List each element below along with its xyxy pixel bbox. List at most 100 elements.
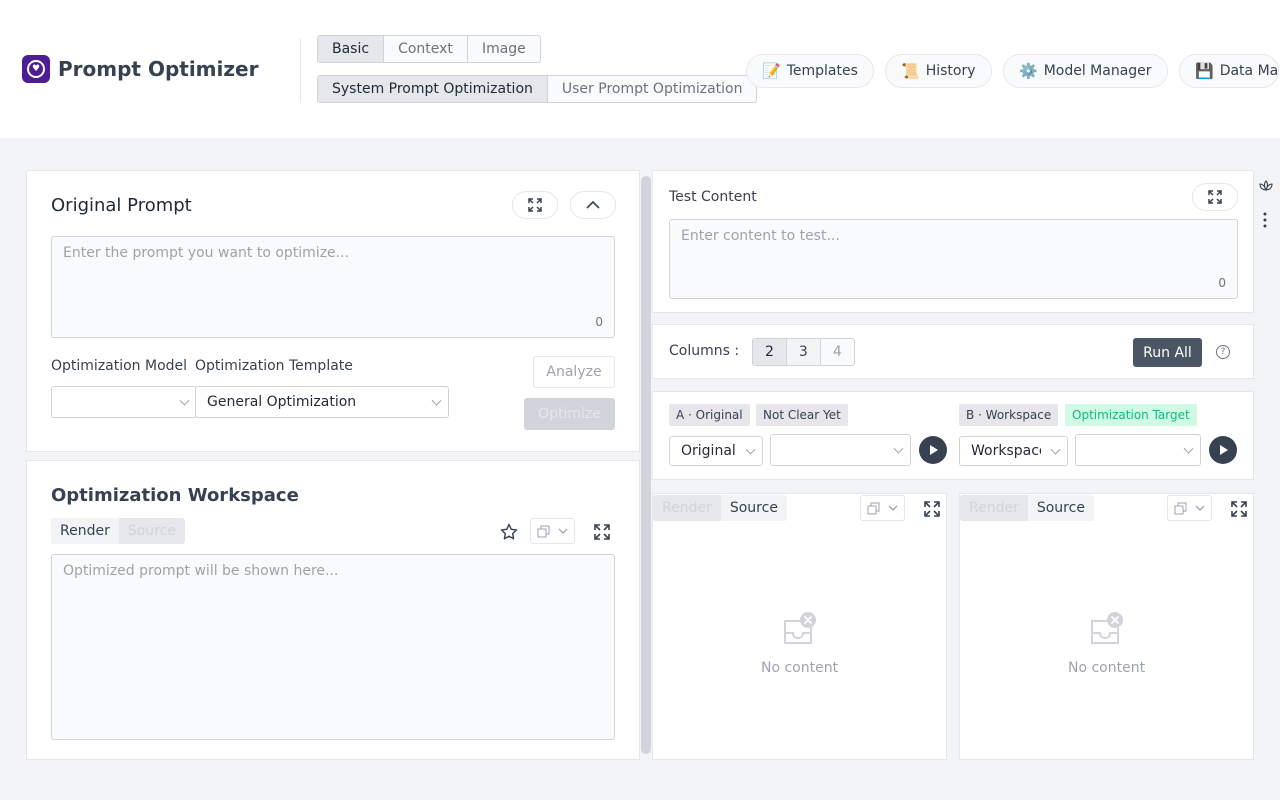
copy-icon	[1174, 502, 1187, 514]
fullscreen-button[interactable]	[1192, 183, 1238, 211]
model-manager-label: Model Manager	[1043, 63, 1152, 79]
tab-source[interactable]: Source	[118, 518, 185, 544]
workspace-view-tabs: Render Source	[51, 518, 185, 544]
memo-icon: 📝	[762, 62, 781, 80]
more-vertical-icon[interactable]	[1262, 212, 1268, 228]
variant-b-prompt-value: Workspace	[971, 443, 1041, 459]
chevron-down-icon	[888, 505, 898, 511]
chevron-down-icon	[558, 528, 568, 534]
app-header: ♥ Prompt Optimizer Basic Context Image S…	[0, 0, 1280, 138]
tab-image[interactable]: Image	[468, 36, 540, 62]
copy-icon	[867, 502, 880, 514]
optimization-template-value: General Optimization	[207, 394, 357, 410]
variants-panel: A · Original Not Clear Yet Original B · …	[652, 391, 1254, 480]
expand-icon[interactable]	[1231, 501, 1247, 517]
variant-a-model-select[interactable]	[770, 434, 911, 466]
columns-toolbar: Columns : 2 3 4 Run All ?	[652, 324, 1254, 379]
analyze-button[interactable]: Analyze	[533, 356, 615, 388]
variant-b-tag: B · Workspace	[959, 404, 1059, 426]
chevron-up-icon	[586, 200, 600, 209]
empty-inbox-icon	[1091, 612, 1123, 644]
optimization-template-select[interactable]: General Optimization	[195, 386, 449, 418]
columns-option-2[interactable]: 2	[753, 339, 787, 365]
test-content-panel: Test Content Enter content to test... 0	[652, 170, 1254, 313]
char-counter: 0	[1218, 276, 1226, 290]
templates-button[interactable]: 📝 Templates	[746, 54, 874, 88]
tab-context[interactable]: Context	[384, 36, 468, 62]
lotus-icon[interactable]	[1258, 179, 1274, 193]
history-label: History	[925, 63, 976, 79]
empty-state-text: No content	[761, 660, 839, 676]
original-prompt-panel: Original Prompt Enter the prompt you wan…	[26, 170, 640, 452]
optimization-model-label: Optimization Model	[51, 358, 188, 374]
collapse-button[interactable]	[570, 191, 616, 219]
tab-render[interactable]: Render	[653, 495, 721, 521]
run-all-button[interactable]: Run All	[1133, 338, 1202, 367]
app-logo-icon: ♥	[22, 55, 50, 83]
result-panel-b: Render Source No content	[959, 493, 1254, 760]
star-icon[interactable]	[500, 523, 518, 541]
optimization-template-label: Optimization Template	[195, 358, 353, 374]
char-counter: 0	[595, 315, 603, 329]
tab-basic[interactable]: Basic	[318, 36, 385, 62]
floppy-disk-icon: 💾	[1195, 62, 1214, 80]
tab-source[interactable]: Source	[1027, 495, 1094, 521]
variant-a-tag: A · Original	[669, 404, 750, 426]
variant-a-prompt-value: Original	[681, 443, 736, 459]
test-content-input[interactable]: Enter content to test... 0	[669, 219, 1238, 299]
columns-option-3[interactable]: 3	[786, 339, 821, 365]
tab-system-prompt-optimization[interactable]: System Prompt Optimization	[318, 76, 548, 102]
variant-b-run-button[interactable]	[1209, 436, 1237, 464]
optimization-type-tabs: System Prompt Optimization User Prompt O…	[317, 75, 758, 103]
gear-icon: ⚙️	[1019, 62, 1038, 80]
chevron-down-icon	[1183, 443, 1194, 454]
original-prompt-placeholder: Enter the prompt you want to optimize...	[63, 245, 350, 261]
history-button[interactable]: 📜 History	[885, 54, 992, 88]
workspace-output[interactable]: Optimized prompt will be shown here...	[51, 554, 615, 740]
chevron-down-icon	[893, 443, 904, 454]
app-title: Prompt Optimizer	[58, 57, 259, 81]
fullscreen-button[interactable]	[512, 191, 558, 219]
tab-user-prompt-optimization[interactable]: User Prompt Optimization	[548, 76, 757, 102]
optimization-workspace-panel: Optimization Workspace Render Source Opt…	[26, 460, 640, 760]
copy-dropdown[interactable]	[1167, 495, 1212, 521]
tab-render[interactable]: Render	[51, 518, 119, 544]
copy-dropdown[interactable]	[530, 518, 575, 544]
empty-inbox-icon	[784, 612, 816, 644]
header-divider	[300, 38, 301, 103]
columns-label: Columns :	[669, 343, 740, 359]
test-content-title: Test Content	[669, 189, 757, 205]
scrollbar[interactable]	[641, 176, 651, 754]
scroll-icon: 📜	[901, 62, 920, 80]
chevron-down-icon	[431, 395, 442, 406]
workspace-title: Optimization Workspace	[51, 485, 299, 506]
columns-option-4[interactable]: 4	[821, 339, 854, 365]
variant-a-run-button[interactable]	[919, 436, 947, 464]
copy-dropdown[interactable]	[860, 495, 905, 521]
original-prompt-title: Original Prompt	[51, 195, 192, 216]
help-icon[interactable]: ?	[1216, 345, 1230, 359]
chevron-down-icon	[1195, 505, 1205, 511]
result-panel-a: Render Source No content	[652, 493, 947, 760]
chevron-down-icon	[179, 395, 190, 406]
mode-tabs: Basic Context Image	[317, 35, 541, 63]
optimization-model-select[interactable]	[51, 386, 197, 418]
variant-b-model-select[interactable]	[1075, 434, 1201, 466]
copy-icon	[537, 525, 550, 537]
workspace-placeholder: Optimized prompt will be shown here...	[63, 563, 339, 579]
expand-icon	[528, 198, 542, 212]
expand-icon	[1208, 190, 1222, 204]
empty-state-text: No content	[1068, 660, 1146, 676]
variant-b-prompt-select[interactable]: Workspace	[959, 436, 1068, 466]
expand-icon[interactable]	[924, 501, 940, 517]
templates-label: Templates	[786, 63, 858, 79]
model-manager-button[interactable]: ⚙️ Model Manager	[1003, 54, 1168, 88]
original-prompt-input[interactable]: Enter the prompt you want to optimize...…	[51, 236, 615, 338]
data-manager-button[interactable]: 💾 Data Ma	[1179, 54, 1280, 88]
tab-source[interactable]: Source	[720, 495, 787, 521]
variant-a-prompt-select[interactable]: Original	[669, 436, 763, 466]
optimize-button[interactable]: Optimize	[524, 398, 615, 430]
result-a-view-tabs: Render Source	[653, 495, 787, 521]
expand-icon[interactable]	[594, 524, 610, 540]
tab-render[interactable]: Render	[960, 495, 1028, 521]
